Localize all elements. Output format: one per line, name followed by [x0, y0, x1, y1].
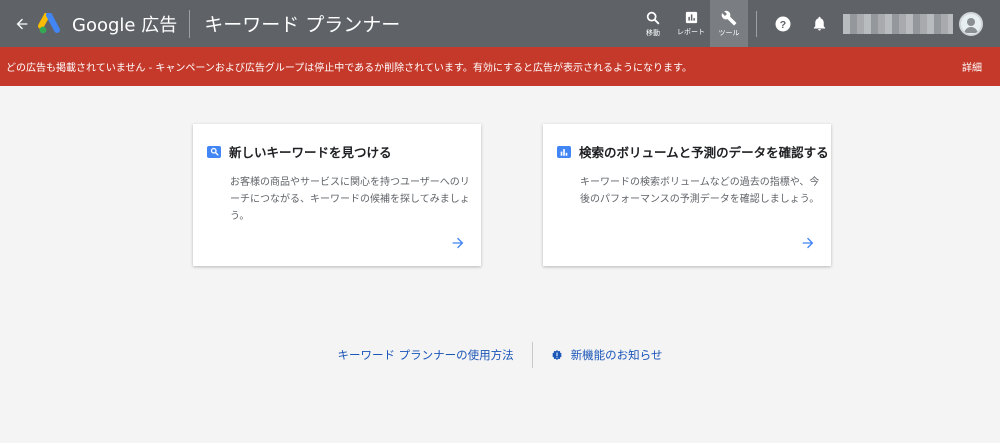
- footer-divider: [531, 342, 533, 368]
- help-button[interactable]: ?: [765, 0, 801, 47]
- account-info-pixelated[interactable]: [843, 13, 953, 34]
- google-ads-mark-icon: [38, 12, 60, 33]
- card-title: 新しいキーワードを見つける: [229, 145, 392, 160]
- bar-chart-icon: [557, 145, 571, 158]
- search-volume-forecast-card[interactable]: 検索のボリュームと予測のデータを確認する キーワードの検索ボリュームなどの過去の…: [543, 124, 831, 266]
- how-to-use-link[interactable]: キーワード プランナーの使用方法: [338, 347, 514, 363]
- nav-go-button[interactable]: 移動: [634, 0, 672, 47]
- whats-new-link[interactable]: 新機能のお知らせ: [551, 347, 663, 363]
- wrench-icon: [721, 10, 737, 25]
- nav-reports-button[interactable]: レポート: [672, 0, 710, 47]
- arrow-forward-icon[interactable]: [449, 234, 467, 252]
- nav-reports-label: レポート: [677, 28, 705, 36]
- avatar-icon: [964, 17, 978, 33]
- report-icon: [685, 11, 697, 24]
- card-title: 検索のボリュームと予測のデータを確認する: [579, 145, 829, 160]
- svg-text:?: ?: [780, 18, 786, 30]
- header-separator: [756, 10, 757, 37]
- arrow-forward-icon[interactable]: [799, 234, 817, 252]
- brand-name: Google 広告: [72, 14, 178, 36]
- avatar[interactable]: [959, 11, 983, 36]
- help-icon: ?: [775, 16, 791, 31]
- footer-links: キーワード プランナーの使用方法 新機能のお知らせ: [0, 342, 1000, 368]
- card-header: 新しいキーワードを見つける: [207, 142, 392, 161]
- search-icon: [207, 145, 221, 158]
- nav-tools-button[interactable]: ツール: [710, 0, 748, 47]
- alert-details-link[interactable]: 詳細: [962, 59, 982, 74]
- card-description: お客様の商品やサービスに関心を持つユーザーへのリーチにつながる、キーワードの候補…: [230, 177, 470, 222]
- nav-go-label: 移動: [646, 28, 660, 37]
- whats-new-label: 新機能のお知らせ: [570, 348, 663, 362]
- page-title: キーワード プランナー: [204, 14, 401, 36]
- card-header: 検索のボリュームと予測のデータを確認する: [557, 142, 829, 161]
- card-description: キーワードの検索ボリュームなどの過去の指標や、今後のパフォーマンスの予測データを…: [580, 177, 820, 205]
- announcement-icon: [551, 350, 562, 360]
- search-icon: [646, 11, 660, 24]
- notifications-button[interactable]: [801, 0, 837, 47]
- arrow-back-icon: [16, 18, 28, 29]
- google-ads-logo[interactable]: Google 広告: [38, 0, 177, 47]
- bell-icon: [813, 16, 825, 31]
- find-keywords-card[interactable]: 新しいキーワードを見つける お客様の商品やサービスに関心を持つユーザーへのリーチ…: [193, 124, 481, 266]
- alert-message: どの広告も掲載されていません - キャンペーンおよび広告グループは停止中であるか…: [6, 63, 692, 74]
- nav-tools-label: ツール: [718, 28, 740, 37]
- alert-banner: どの広告も掲載されていません - キャンペーンおよび広告グループは停止中であるか…: [0, 47, 1000, 86]
- top-app-bar: Google 広告 キーワード プランナー 移動 レポート ツール ?: [0, 0, 1000, 47]
- header-divider: [189, 9, 191, 38]
